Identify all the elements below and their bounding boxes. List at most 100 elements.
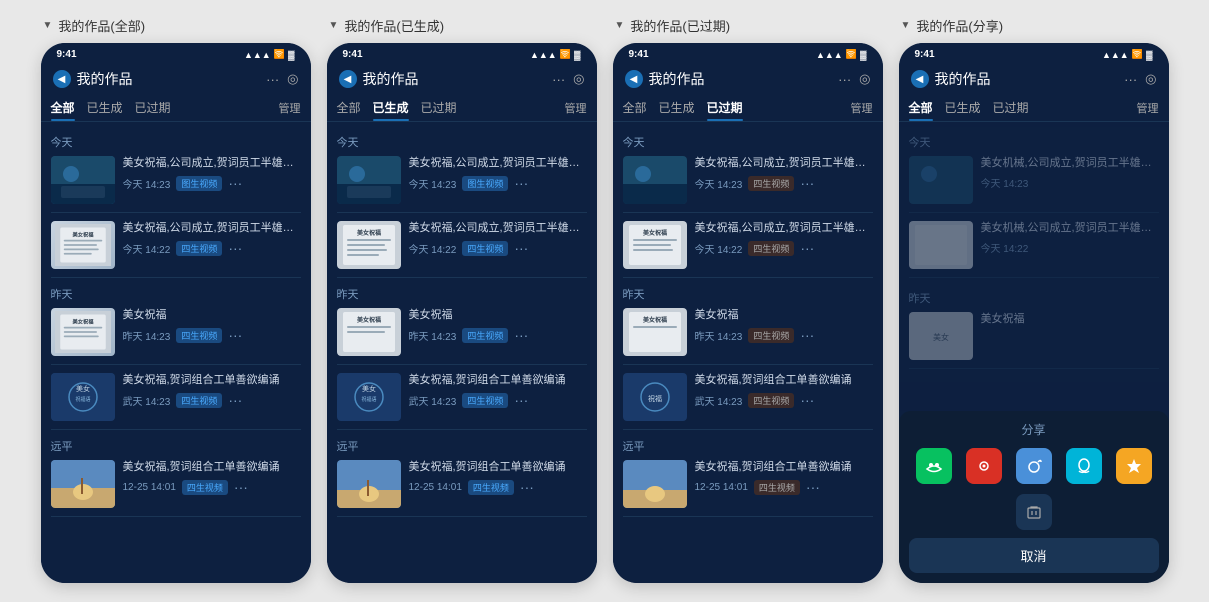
more-options[interactable]: ··· bbox=[800, 327, 814, 343]
signal-icon: ▲▲▲ bbox=[816, 50, 843, 60]
more-icon[interactable]: ··· bbox=[1124, 72, 1137, 87]
share-favorites-button[interactable] bbox=[1116, 448, 1152, 484]
work-status[interactable]: 四生视频 bbox=[748, 328, 794, 343]
work-status[interactable]: 四生视频 bbox=[754, 480, 800, 495]
work-item: 美女祝福,公司成立,贺词员工半雄改福迪,智能生成 今天 14:23 图生视频 ·… bbox=[51, 156, 301, 213]
more-icon[interactable]: ··· bbox=[266, 72, 279, 87]
more-options[interactable]: ··· bbox=[228, 392, 242, 408]
work-time: 武天 14:23 bbox=[123, 393, 171, 408]
work-status[interactable]: 四生视频 bbox=[182, 480, 228, 495]
tab-expired[interactable]: 已过期 bbox=[993, 99, 1029, 121]
share-wechat-button[interactable] bbox=[916, 448, 952, 484]
manage-button[interactable]: 管理 bbox=[565, 100, 587, 121]
more-options[interactable]: ··· bbox=[520, 479, 534, 495]
work-status[interactable]: 图生视频 bbox=[462, 176, 508, 191]
work-info: 美女祝福,公司成立,贺词员工半雄改福迪,智能生成 今天 14:23 图生视频 ·… bbox=[123, 156, 301, 191]
chevron-icon: ▼ bbox=[901, 20, 911, 31]
tab-all[interactable]: 全部 bbox=[909, 99, 933, 121]
delete-button[interactable] bbox=[1016, 494, 1052, 530]
settings-icon[interactable]: ◎ bbox=[1145, 71, 1156, 87]
wifi-icon: 🛜 bbox=[560, 49, 571, 60]
content-area: 今天 美女祝福,公司成立,贺词员工半雄改福迪,智能生成 今天 14:23 四生视… bbox=[613, 122, 883, 583]
work-status[interactable]: 四生视频 bbox=[748, 176, 794, 191]
work-status[interactable]: 四生视频 bbox=[462, 241, 508, 256]
more-options[interactable]: ··· bbox=[800, 240, 814, 256]
more-options[interactable]: ··· bbox=[228, 175, 242, 191]
back-button[interactable]: ◀ bbox=[339, 70, 357, 88]
work-status[interactable]: 四生视频 bbox=[176, 241, 222, 256]
more-options[interactable]: ··· bbox=[234, 479, 248, 495]
work-status[interactable]: 四生视频 bbox=[176, 393, 222, 408]
work-title: 美女机械,公司成立,贺词员工半雄祝编诵,智能生成 bbox=[981, 156, 1159, 171]
back-button[interactable]: ◀ bbox=[911, 70, 929, 88]
battery-icon: ▓ bbox=[860, 50, 867, 60]
work-thumbnail: 美女祝福 bbox=[51, 308, 115, 356]
phone-frame-expired: 9:41 ▲▲▲ 🛜 ▓ ◀ 我的作品 ··· ◎ 全部 已生成 bbox=[613, 43, 883, 583]
work-thumbnail: 祝福 bbox=[623, 373, 687, 421]
more-icon[interactable]: ··· bbox=[552, 72, 565, 87]
tab-expired[interactable]: 已过期 bbox=[135, 99, 171, 121]
date-yesterday: 昨天 bbox=[623, 286, 873, 302]
work-title: 美女祝福 bbox=[981, 312, 1159, 327]
cancel-button[interactable]: 取消 bbox=[909, 538, 1159, 573]
work-status[interactable]: 四生视频 bbox=[748, 241, 794, 256]
share-weibo-button[interactable] bbox=[1016, 448, 1052, 484]
more-options[interactable]: ··· bbox=[806, 479, 820, 495]
settings-icon[interactable]: ◎ bbox=[859, 71, 870, 87]
work-title: 美女祝福,贺词组合工单善欲编诵 bbox=[123, 373, 301, 388]
more-options[interactable]: ··· bbox=[514, 327, 528, 343]
work-thumbnail: 美女祝福语 bbox=[337, 373, 401, 421]
date-yesterday: 昨天 bbox=[909, 290, 1159, 306]
work-time: 武天 14:23 bbox=[695, 393, 743, 408]
content-area: 今天 美女祝福,公司成立,贺词员工半雄改福迪,智能生成 今天 14:23 图生视… bbox=[327, 122, 597, 583]
tab-generated[interactable]: 已生成 bbox=[373, 99, 409, 121]
settings-icon[interactable]: ◎ bbox=[287, 71, 298, 87]
more-options[interactable]: ··· bbox=[514, 240, 528, 256]
more-options[interactable]: ··· bbox=[514, 175, 528, 191]
work-status[interactable]: 四生视频 bbox=[468, 480, 514, 495]
back-button[interactable]: ◀ bbox=[53, 70, 71, 88]
work-info: 美女机械,公司成立,贺词员工半雄祝编诵,生成 今天 14:22 bbox=[981, 221, 1159, 255]
work-info: 美女机械,公司成立,贺词员工半雄祝编诵,智能生成 今天 14:23 bbox=[981, 156, 1159, 190]
more-options[interactable]: ··· bbox=[228, 327, 242, 343]
work-status[interactable]: 四生视频 bbox=[462, 393, 508, 408]
settings-icon[interactable]: ◎ bbox=[573, 71, 584, 87]
work-title: 美女祝福,公司成立,贺词员工半雄改福迪,智能生成 bbox=[695, 221, 873, 236]
tabs-left: 全部 已生成 已过期 bbox=[623, 99, 743, 121]
work-info: 美女祝福,贺词组合工单善欲编诵 武天 14:23 四生视频 ··· bbox=[409, 373, 587, 408]
work-meta: 今天 14:22 四生视频 ··· bbox=[695, 240, 873, 256]
share-label: 分享 bbox=[1021, 421, 1045, 438]
work-item: 美女祝福,公司成立,贺词员工半雄改福迪,智能生成 今天 14:23 图生视频 ·… bbox=[337, 156, 587, 213]
back-button[interactable]: ◀ bbox=[625, 70, 643, 88]
tab-generated[interactable]: 已生成 bbox=[945, 99, 981, 121]
manage-button[interactable]: 管理 bbox=[1137, 100, 1159, 121]
more-options[interactable]: ··· bbox=[800, 175, 814, 191]
tab-all[interactable]: 全部 bbox=[337, 99, 361, 121]
tab-generated[interactable]: 已生成 bbox=[87, 99, 123, 121]
more-options[interactable]: ··· bbox=[514, 392, 528, 408]
work-status[interactable]: 四生视频 bbox=[176, 328, 222, 343]
work-item: 美女祝福,公司成立,贺词员工半雄改福迪,智能生成 今天 14:23 四生视频 ·… bbox=[623, 156, 873, 213]
work-info: 美女祝福,公司成立,贺词员工半雄改福迪,智能生成 今天 14:22 四生视频 ·… bbox=[123, 221, 301, 256]
date-yesterday: 昨天 bbox=[337, 286, 587, 302]
work-status[interactable]: 四生视频 bbox=[748, 393, 794, 408]
tab-generated[interactable]: 已生成 bbox=[659, 99, 695, 121]
share-qq-button[interactable] bbox=[1066, 448, 1102, 484]
tab-all[interactable]: 全部 bbox=[51, 99, 75, 121]
tab-expired[interactable]: 已过期 bbox=[421, 99, 457, 121]
work-meta: 武天 14:23 四生视频 ··· bbox=[409, 392, 587, 408]
more-options[interactable]: ··· bbox=[800, 392, 814, 408]
work-thumbnail: 美女祝福 bbox=[337, 308, 401, 356]
work-status[interactable]: 图生视频 bbox=[176, 176, 222, 191]
manage-button[interactable]: 管理 bbox=[851, 100, 873, 121]
work-status[interactable]: 四生视频 bbox=[462, 328, 508, 343]
status-icons: ▲▲▲ 🛜 ▓ bbox=[1102, 49, 1153, 60]
more-icon[interactable]: ··· bbox=[838, 72, 851, 87]
manage-button[interactable]: 管理 bbox=[279, 100, 301, 121]
app-header: ◀ 我的作品 ··· ◎ bbox=[41, 63, 311, 95]
share-moments-button[interactable] bbox=[966, 448, 1002, 484]
tab-all[interactable]: 全部 bbox=[623, 99, 647, 121]
tab-expired[interactable]: 已过期 bbox=[707, 99, 743, 121]
more-options[interactable]: ··· bbox=[228, 240, 242, 256]
work-item: 美女祝福 美女祝福,公司成立,贺词员工半雄改福迪,智能生成 今天 14:22 四… bbox=[51, 221, 301, 278]
